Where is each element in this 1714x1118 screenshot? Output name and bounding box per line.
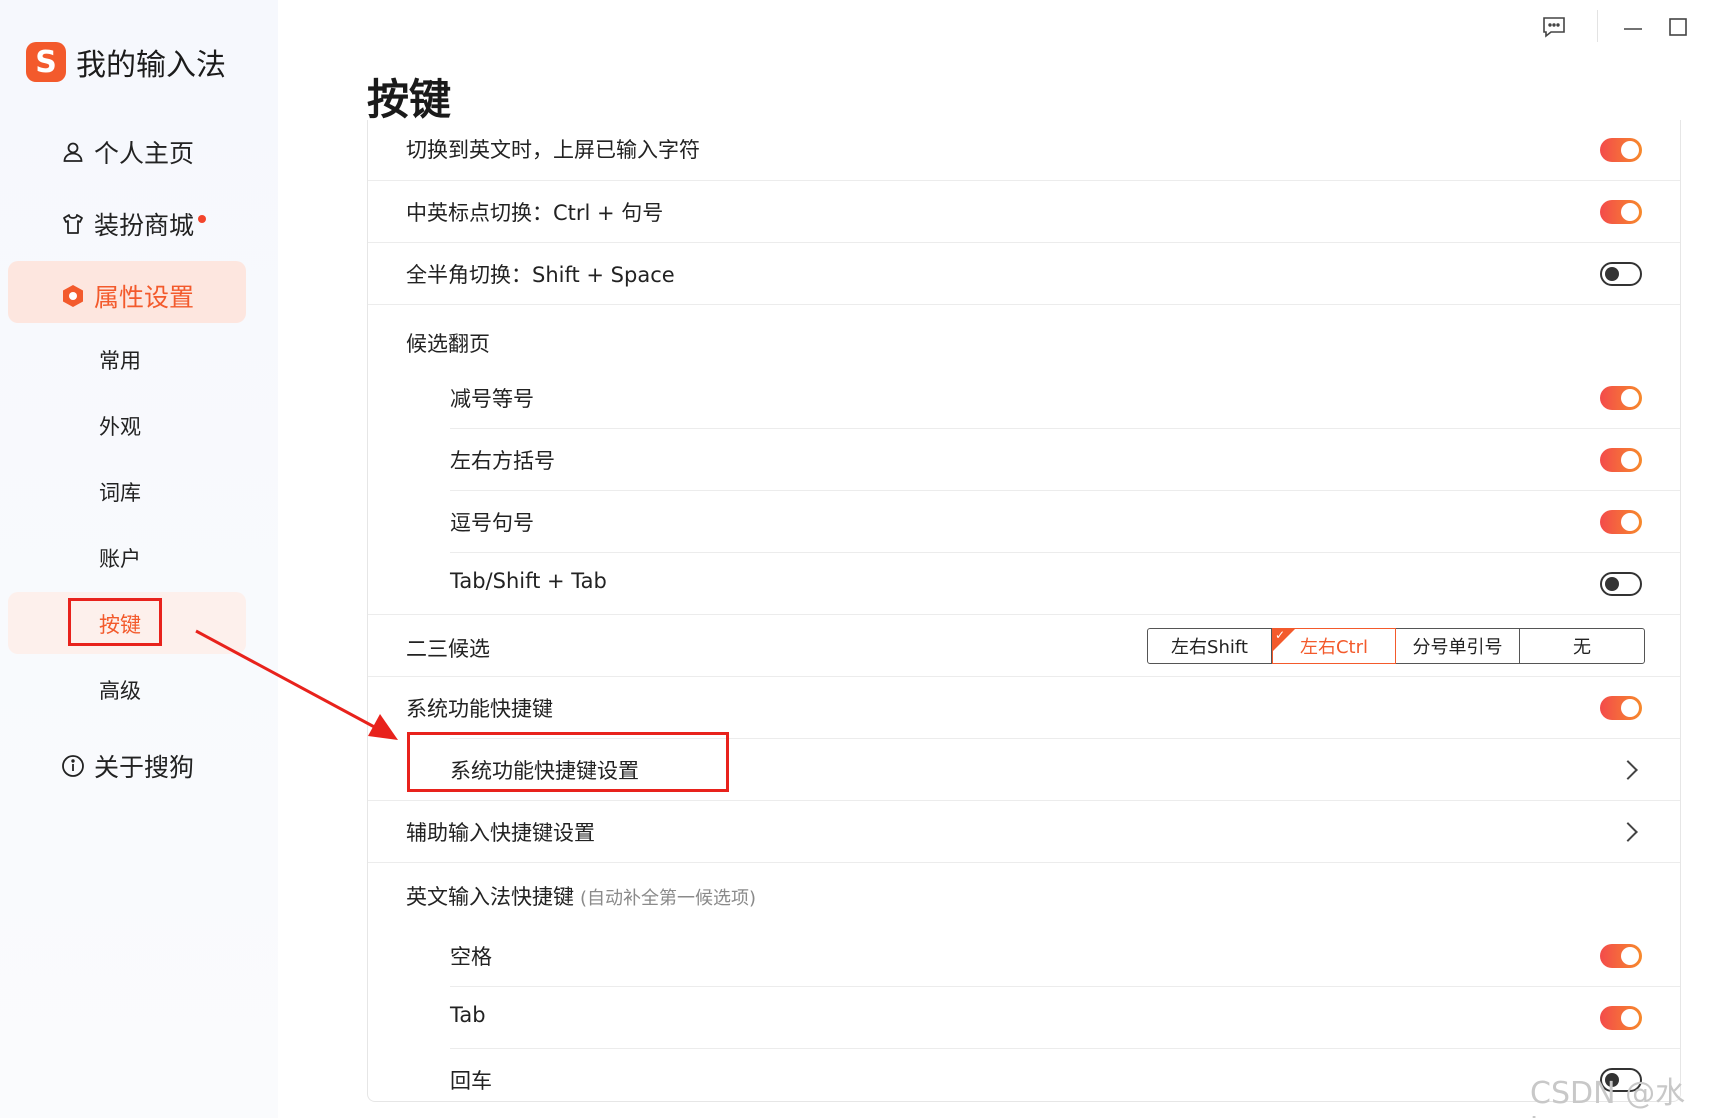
annotation-arrow <box>195 629 398 740</box>
watermark: CSDN @水kw <box>1530 1076 1686 1118</box>
